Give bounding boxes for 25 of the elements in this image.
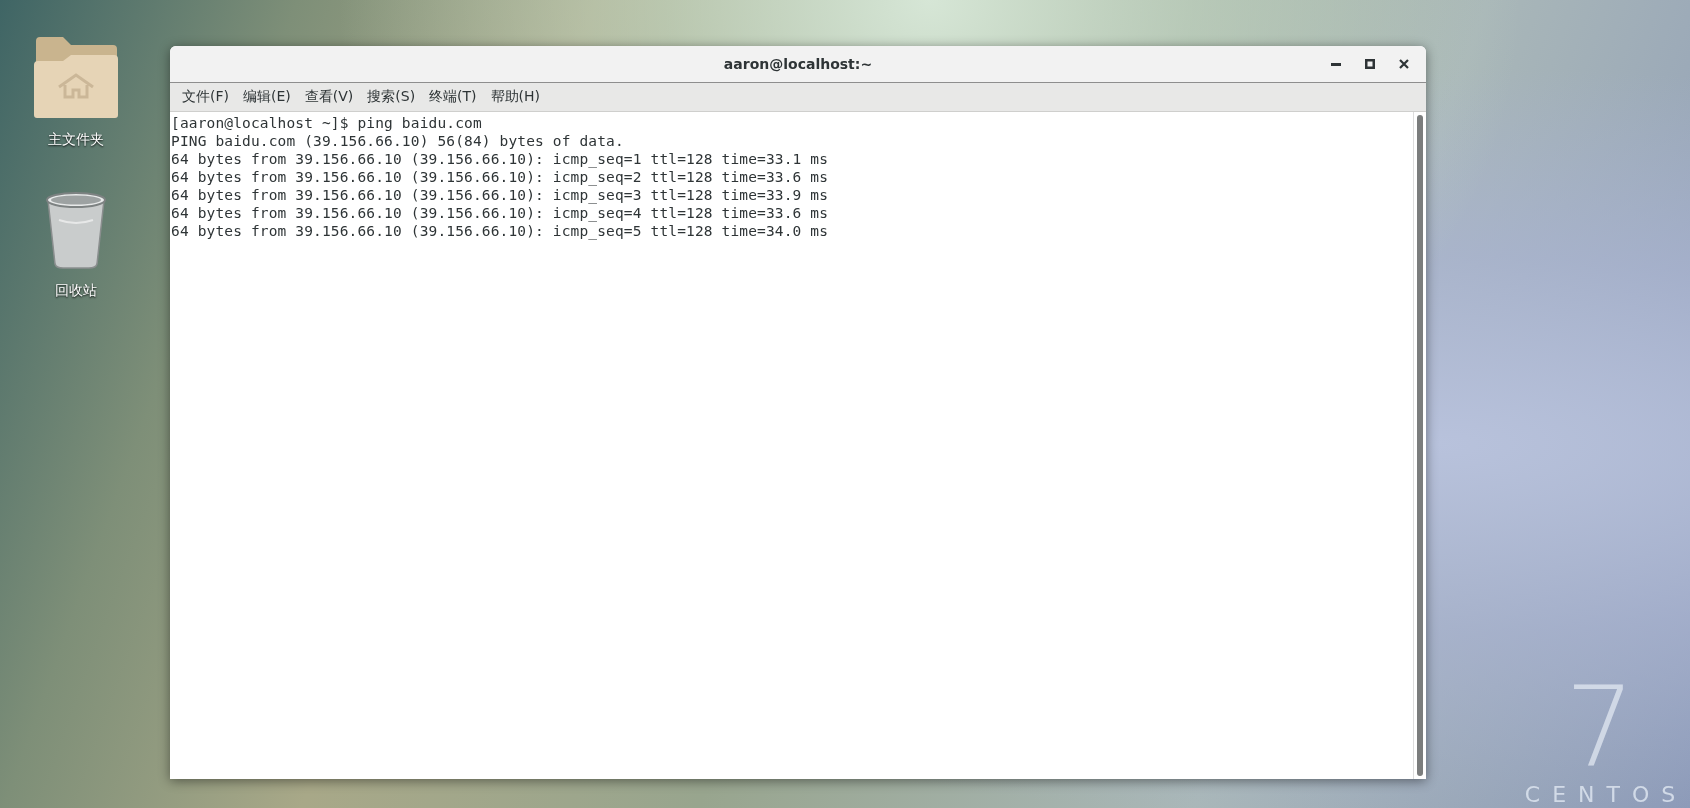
terminal-line: 64 bytes from 39.156.66.10 (39.156.66.10): icmp_seq=4 ttl=128 time=33.6 ms (171, 204, 830, 222)
minimize-icon (1331, 62, 1341, 66)
terminal-line: [aaron@localhost ~]$ ping baidu.com (171, 114, 483, 132)
wallpaper-version-numeral: 7 (1565, 672, 1635, 782)
desktop-icon-label[interactable]: 回收站 (55, 282, 97, 300)
maximize-icon (1365, 59, 1375, 69)
menu-item[interactable]: 查看(V) (297, 85, 361, 109)
terminal-line: 64 bytes from 39.156.66.10 (39.156.66.10): icmp_seq=2 ttl=128 time=33.6 ms (171, 168, 830, 186)
scrollbar[interactable] (1413, 112, 1426, 779)
menu-item[interactable]: 帮助(H) (483, 85, 548, 109)
terminal-line: 64 bytes from 39.156.66.10 (39.156.66.10): icmp_seq=1 ttl=128 time=33.1 ms (171, 150, 830, 168)
trash-can-icon (43, 190, 109, 270)
terminal-line: 64 bytes from 39.156.66.10 (39.156.66.10): icmp_seq=5 ttl=128 time=34.0 ms (171, 222, 830, 240)
window-title: aaron@localhost:~ (723, 56, 873, 72)
menu-item[interactable]: 文件(F) (175, 85, 236, 109)
scrollbar-thumb[interactable] (1417, 115, 1423, 776)
menu-item[interactable]: 编辑(E) (236, 85, 298, 109)
menu-item[interactable]: 终端(T) (422, 85, 484, 109)
desktop-icon-label[interactable]: 主文件夹 (48, 131, 104, 149)
terminal-line: PING baidu.com (39.156.66.10) 56(84) bytes of data. (171, 132, 625, 150)
terminal-line: 64 bytes from 39.156.66.10 (39.156.66.10): icmp_seq=3 ttl=128 time=33.9 ms (171, 186, 830, 204)
wallpaper-brand-text: CENTOS (1523, 782, 1688, 808)
close-icon (1399, 59, 1409, 69)
menu-item[interactable]: 搜索(S) (360, 85, 423, 109)
home-folder-icon (33, 35, 119, 119)
